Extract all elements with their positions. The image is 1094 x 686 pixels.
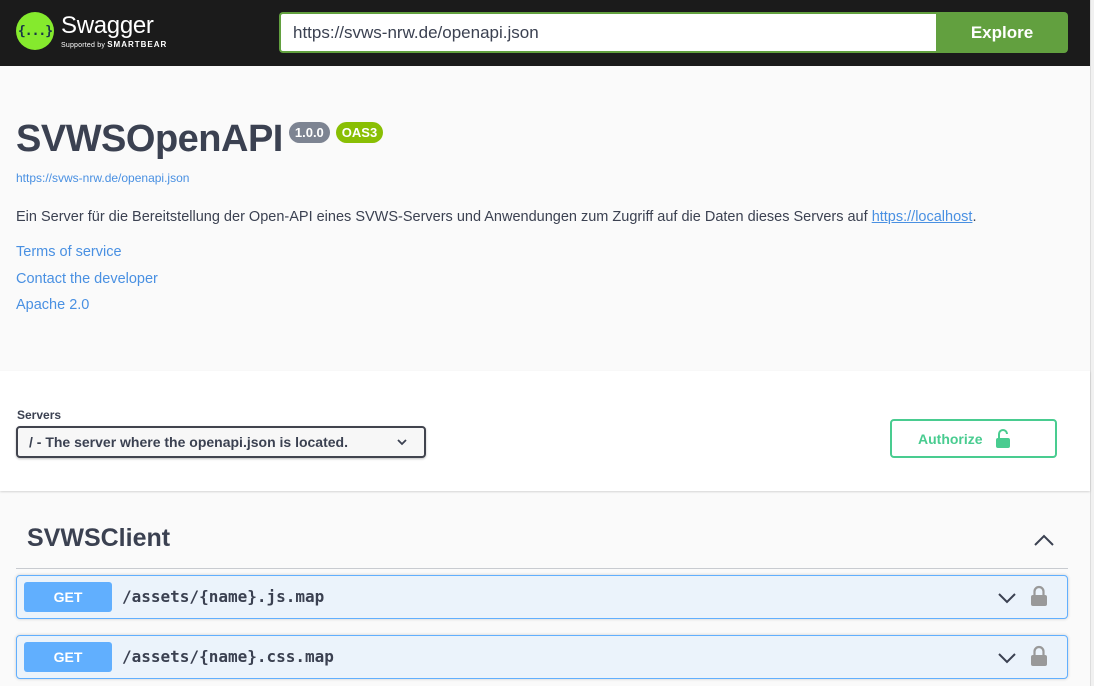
version-badge: 1.0.0 — [288, 122, 330, 143]
logo-glyph: {...} — [17, 23, 53, 39]
chevron-up-icon[interactable] — [1032, 530, 1056, 550]
oas-badge: OAS3 — [335, 122, 384, 143]
topbar: {...} Swagger Supported by SMARTBEAR Exp… — [0, 0, 1090, 66]
license-link[interactable]: Apache 2.0 — [16, 297, 89, 313]
localhost-link[interactable]: https://localhost — [872, 209, 973, 225]
logo-supported: Supported by — [61, 41, 106, 49]
locked-icon[interactable] — [1030, 585, 1048, 607]
method-badge: GET — [24, 582, 112, 612]
scheme-container: Servers / - The server where the openapi… — [0, 371, 1090, 491]
servers-label: Servers — [17, 408, 62, 422]
description-end: . — [972, 209, 977, 225]
logo-title: Swagger — [61, 11, 154, 39]
operation-path: /assets/{name}.js.map — [122, 587, 325, 606]
info-title-row: SVWSOpenAPI 1.0.0 OAS3 — [16, 118, 384, 161]
description-text: Ein Server für die Bereitstellung der Op… — [16, 209, 872, 225]
tag-header-svwsclient[interactable]: SVWSClient — [16, 518, 1068, 569]
tag-title: SVWSClient — [27, 524, 171, 552]
authorize-label: Authorize — [918, 430, 983, 447]
authorize-button[interactable]: Authorize — [890, 419, 1057, 458]
logo-text: Swagger Supported by SMARTBEAR — [61, 11, 167, 49]
logo-subtitle: Supported by SMARTBEAR — [61, 40, 167, 49]
api-title: SVWSOpenAPI — [16, 118, 283, 160]
operation-get-js-map[interactable]: GET /assets/{name}.js.map — [16, 575, 1068, 619]
spec-url-link[interactable]: https://svws-nrw.de/openapi.json — [16, 171, 189, 185]
api-description: Ein Server für die Bereitstellung der Op… — [16, 209, 976, 225]
scrollbar[interactable] — [1090, 0, 1094, 686]
swagger-logo-icon: {...} — [16, 12, 54, 50]
contact-developer-link[interactable]: Contact the developer — [16, 271, 158, 287]
chevron-down-icon[interactable] — [997, 650, 1017, 666]
method-badge: GET — [24, 642, 112, 672]
servers-selected-value: / - The server where the openapi.json is… — [29, 434, 348, 450]
operation-get-css-map[interactable]: GET /assets/{name}.css.map — [16, 635, 1068, 679]
terms-of-service-link[interactable]: Terms of service — [16, 244, 122, 260]
explore-button[interactable]: Explore — [936, 12, 1068, 53]
chevron-down-icon[interactable] — [997, 590, 1017, 606]
spec-url-input[interactable] — [279, 12, 937, 53]
logo-brand: SMARTBEAR — [107, 39, 168, 49]
operation-path: /assets/{name}.css.map — [122, 647, 334, 666]
servers-select[interactable]: / - The server where the openapi.json is… — [16, 426, 426, 458]
locked-icon[interactable] — [1030, 645, 1048, 667]
chevron-down-icon — [397, 439, 407, 446]
swagger-logo[interactable]: {...} Swagger Supported by SMARTBEAR — [16, 12, 167, 50]
unlocked-icon — [995, 428, 1010, 448]
